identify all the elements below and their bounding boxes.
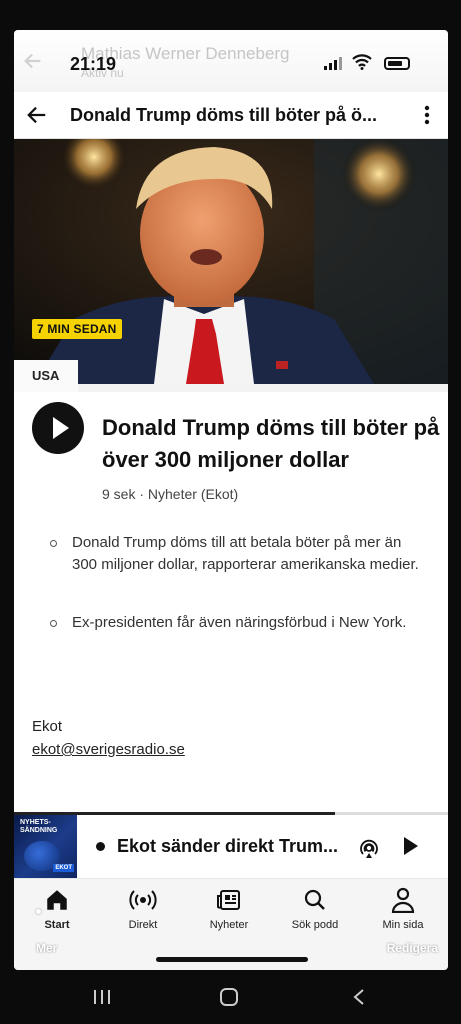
signal-icon bbox=[324, 57, 342, 70]
system-home-icon[interactable] bbox=[220, 988, 238, 1006]
nav-item-nyheter[interactable]: Nyheter bbox=[186, 885, 272, 931]
nav-label-sok-podd: Sök podd bbox=[291, 919, 339, 931]
summary-item: Donald Trump döms till att betala böter … bbox=[48, 532, 428, 576]
nav-item-min-sida[interactable]: Min sida bbox=[360, 885, 446, 931]
article-body: Donald Trump döms till böter på över 300… bbox=[14, 392, 448, 812]
nav-label-min-sida: Min sida bbox=[382, 919, 424, 931]
home-indicator[interactable] bbox=[156, 957, 308, 962]
source-email-link[interactable]: ekot@sverigesradio.se bbox=[32, 741, 185, 758]
wifi-icon bbox=[352, 54, 372, 70]
phone-frame: Mathias Werner Denneberg Aktiv nu 21:19 … bbox=[0, 0, 461, 1024]
nav-label-nyheter: Nyheter bbox=[209, 919, 249, 931]
home-icon bbox=[47, 890, 67, 910]
broadcast-icon bbox=[129, 890, 157, 910]
article-hero-image: 7 MIN SEDAN bbox=[14, 139, 448, 384]
nav-label-start: Start bbox=[44, 919, 70, 931]
article-headline: Donald Trump döms till böter på över 300… bbox=[102, 415, 440, 472]
play-button[interactable] bbox=[32, 402, 84, 454]
live-dot-icon bbox=[96, 842, 105, 851]
system-navigation-bar bbox=[0, 972, 461, 1024]
summary-list: Donald Trump döms till att betala böter … bbox=[48, 532, 428, 670]
bottom-navigation: Start Direkt Nyheter Sök podd Min sida M… bbox=[14, 878, 448, 970]
edge-panel-left-label[interactable]: Mer bbox=[36, 941, 57, 955]
status-bar: Mathias Werner Denneberg Aktiv nu 21:19 bbox=[14, 30, 448, 92]
news-icon bbox=[217, 890, 240, 910]
overlay-back-icon bbox=[24, 53, 41, 69]
more-options-icon[interactable] bbox=[424, 105, 430, 125]
thumbnail-label: NYHETS- SÄNDNING bbox=[20, 819, 58, 834]
article-meta: 9 sek · Nyheter (Ekot) bbox=[102, 486, 239, 502]
back-arrow-icon[interactable] bbox=[26, 104, 48, 126]
time-badge: 7 MIN SEDAN bbox=[32, 319, 122, 339]
search-icon bbox=[304, 889, 325, 910]
hero-photo bbox=[14, 139, 448, 384]
program-thumbnail: NYHETS- SÄNDNING EKOT bbox=[14, 815, 77, 878]
recent-apps-icon[interactable] bbox=[92, 988, 112, 1006]
page-title: Donald Trump döms till böter på ö... bbox=[70, 105, 378, 125]
nav-item-start[interactable]: Start bbox=[14, 885, 100, 931]
mini-player[interactable]: NYHETS- SÄNDNING EKOT Ekot sänder direkt … bbox=[14, 815, 448, 878]
thumbnail-logo: EKOT bbox=[53, 864, 74, 872]
app-screen: Mathias Werner Denneberg Aktiv nu 21:19 … bbox=[14, 30, 448, 970]
summary-item: Ex-presidenten får även näringsförbud i … bbox=[48, 612, 428, 634]
battery-icon bbox=[384, 57, 410, 70]
app-bar: Donald Trump döms till böter på ö... bbox=[14, 92, 448, 139]
cast-icon[interactable] bbox=[358, 837, 380, 859]
mini-play-icon[interactable] bbox=[404, 837, 418, 855]
nav-label-direkt: Direkt bbox=[128, 919, 158, 931]
edge-panel-right-label[interactable]: Redigera bbox=[387, 941, 438, 955]
category-tag[interactable]: USA bbox=[14, 360, 78, 392]
person-icon bbox=[391, 887, 415, 913]
article-source: Ekot bbox=[32, 718, 63, 735]
system-back-icon[interactable] bbox=[352, 988, 366, 1006]
nav-item-sok-podd[interactable]: Sök podd bbox=[272, 885, 358, 931]
nav-item-direkt[interactable]: Direkt bbox=[100, 885, 186, 931]
status-clock: 21:19 bbox=[70, 54, 117, 74]
now-playing-title[interactable]: Ekot sänder direkt Trum... bbox=[117, 836, 349, 857]
